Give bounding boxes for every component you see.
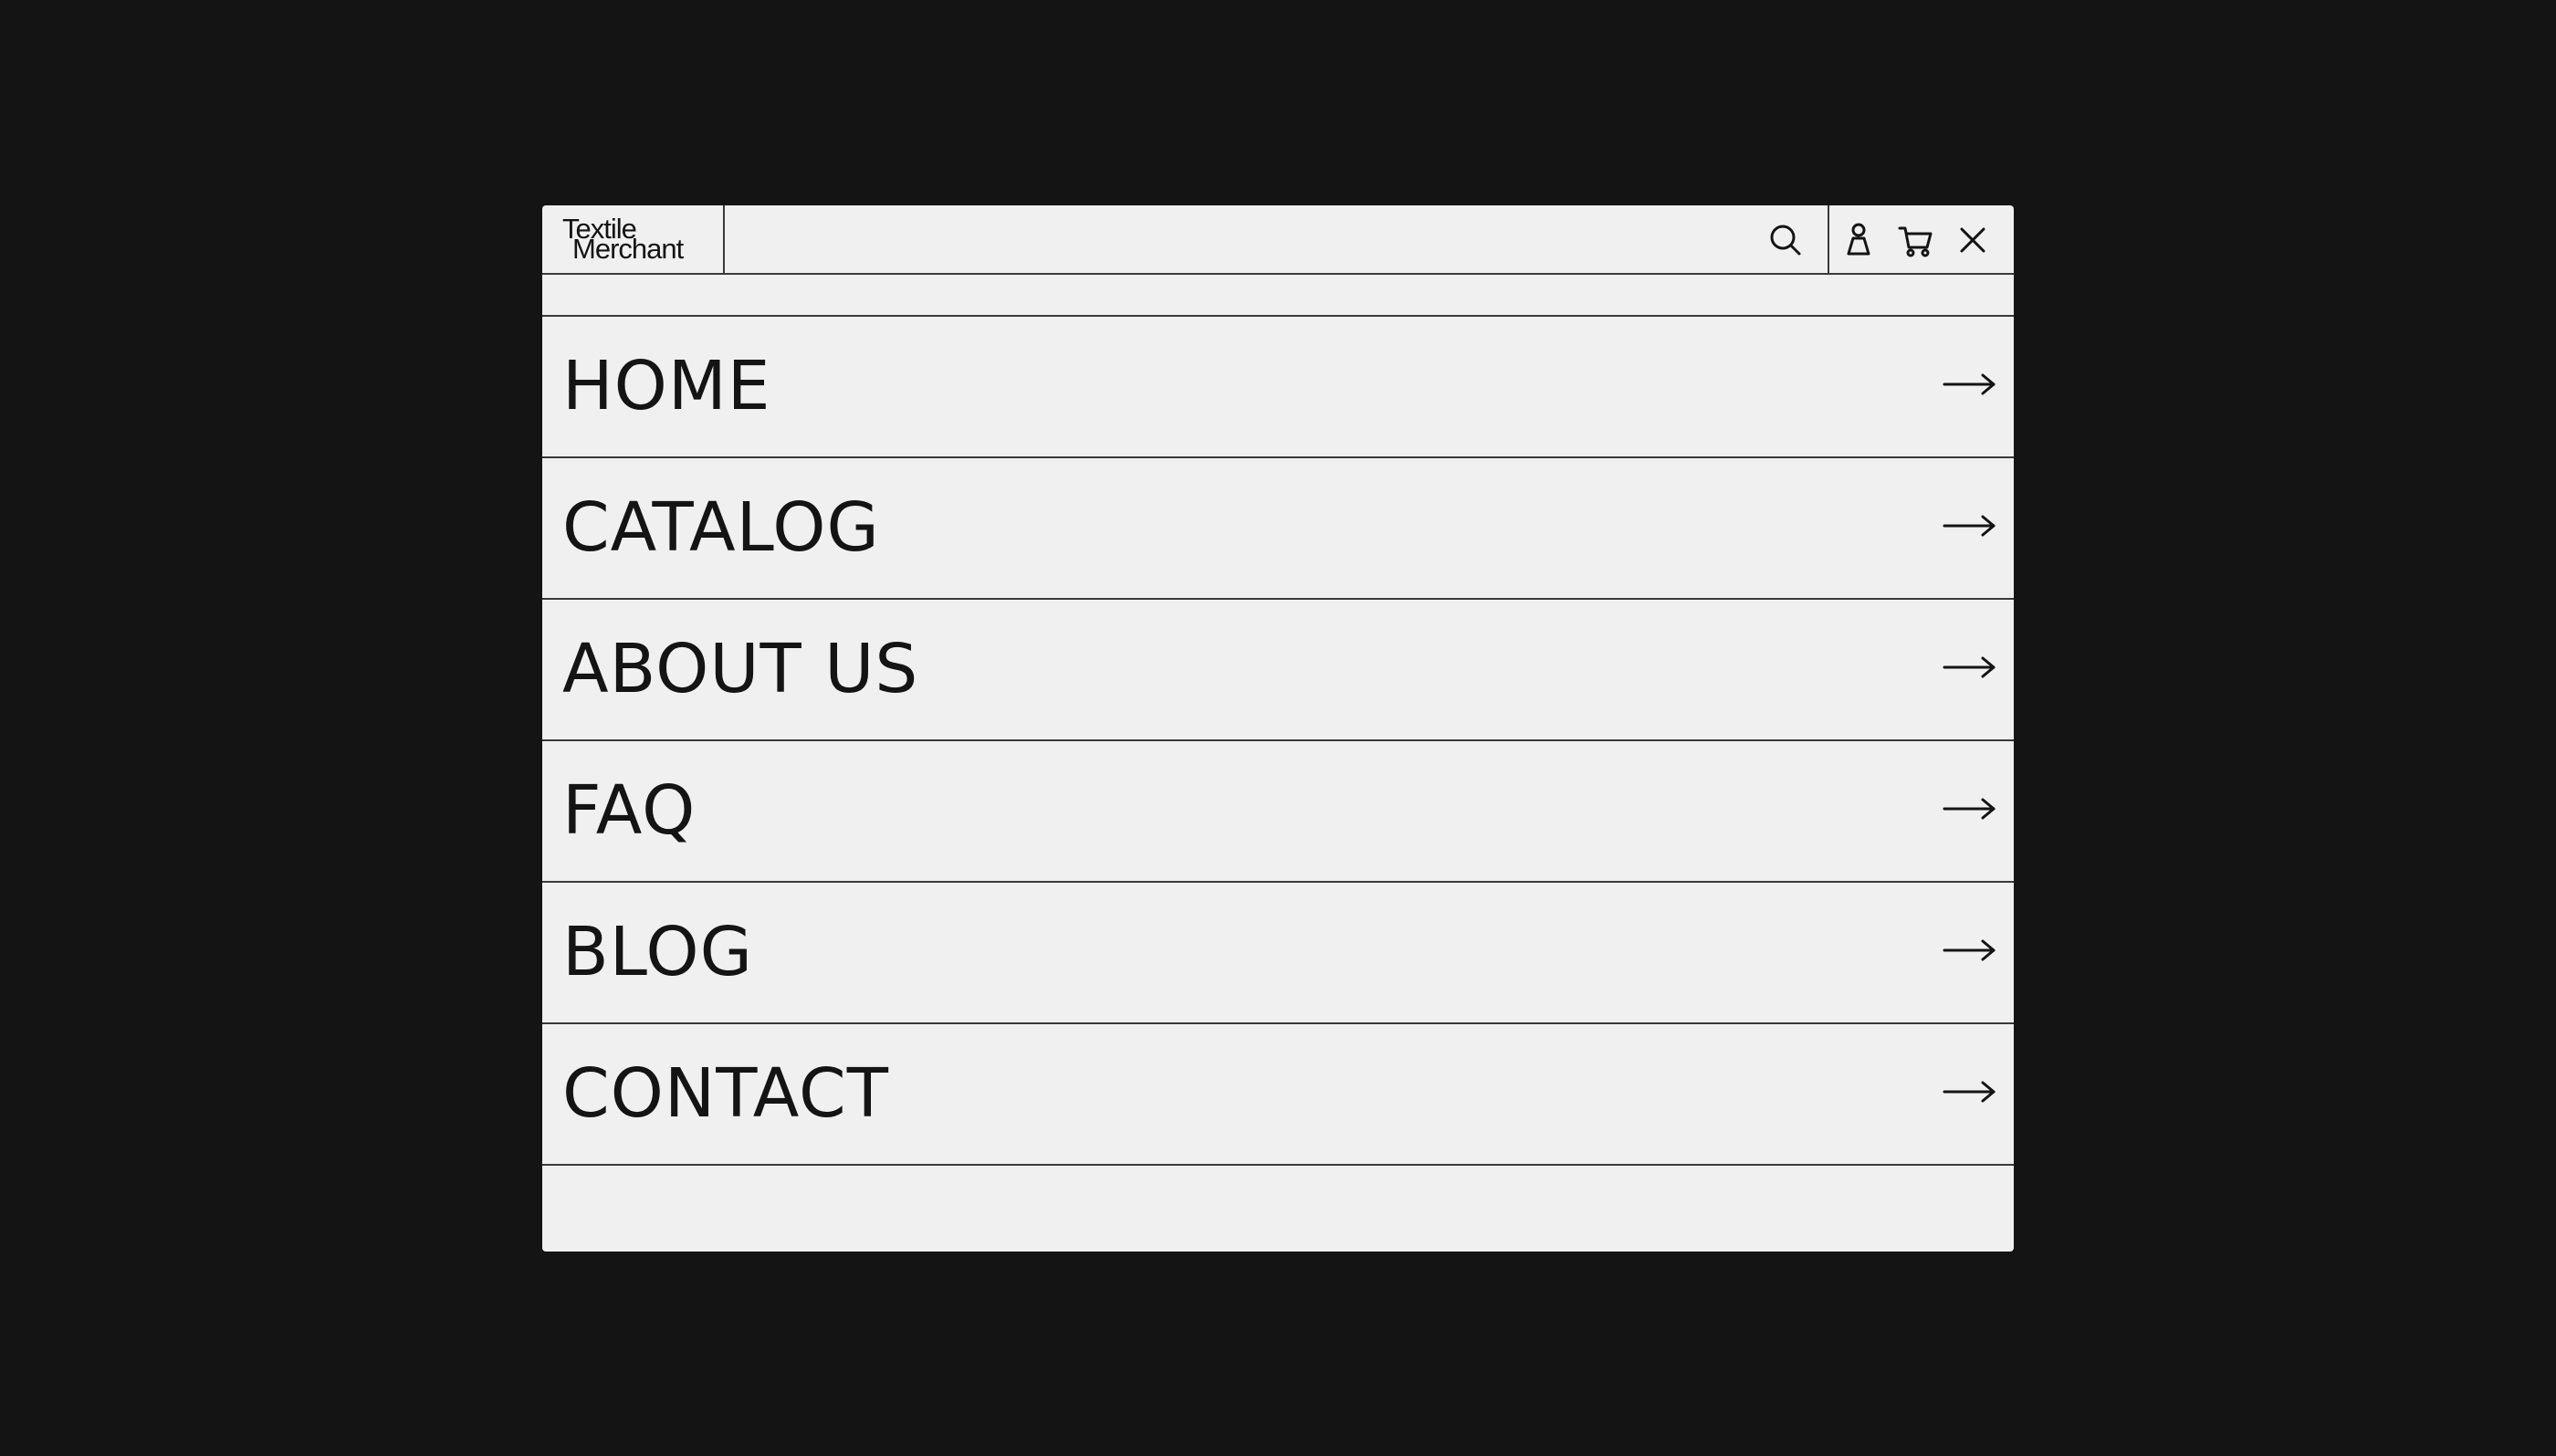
arrow-right-icon bbox=[1943, 368, 1997, 401]
arrow-right-icon bbox=[1943, 934, 1997, 967]
brand-logo-line2: Merchant bbox=[572, 233, 684, 265]
menu-item-blog[interactable]: BLOG bbox=[542, 883, 2014, 1024]
menu-item-label: ABOUT US bbox=[562, 630, 919, 708]
brand-logo[interactable]: Textile Merchant bbox=[542, 205, 725, 275]
menu-item-label: FAQ bbox=[562, 771, 697, 850]
close-icon[interactable] bbox=[1953, 220, 1993, 260]
arrow-right-icon bbox=[1943, 509, 1997, 542]
menu-item-catalog[interactable]: CATALOG bbox=[542, 458, 2014, 600]
arrow-right-icon bbox=[1943, 1075, 1997, 1108]
header-divider bbox=[1828, 205, 1829, 275]
menu-item-label: CONTACT bbox=[562, 1054, 889, 1133]
main-menu: HOME CATALOG ABOUT US FAQ BLOG CONTACT bbox=[542, 317, 2014, 1166]
header-bar: Textile Merchant bbox=[542, 205, 2014, 275]
menu-item-contact[interactable]: CONTACT bbox=[542, 1024, 2014, 1166]
menu-item-label: HOME bbox=[562, 347, 771, 425]
navigation-menu-panel: Textile Merchant HOME CATALOG ABOUT US F… bbox=[542, 205, 2014, 1252]
user-icon[interactable] bbox=[1838, 220, 1879, 260]
arrow-right-icon bbox=[1943, 651, 1997, 684]
menu-item-label: BLOG bbox=[562, 913, 753, 991]
cart-icon[interactable] bbox=[1896, 220, 1936, 260]
menu-item-label: CATALOG bbox=[562, 488, 880, 567]
search-icon[interactable] bbox=[1765, 220, 1806, 260]
header-spacer-bar bbox=[542, 275, 2014, 317]
menu-item-home[interactable]: HOME bbox=[542, 317, 2014, 458]
menu-item-about-us[interactable]: ABOUT US bbox=[542, 600, 2014, 741]
menu-item-faq[interactable]: FAQ bbox=[542, 741, 2014, 883]
arrow-right-icon bbox=[1943, 792, 1997, 825]
